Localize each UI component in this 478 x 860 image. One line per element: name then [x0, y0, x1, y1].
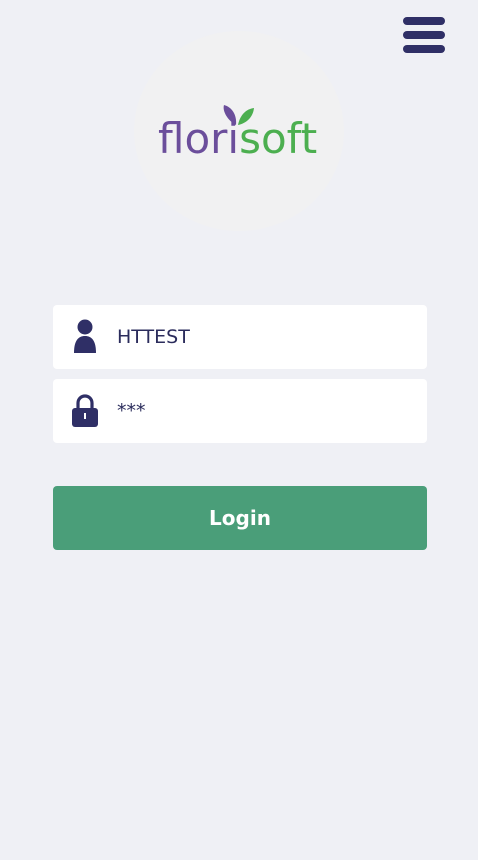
password-input[interactable]	[117, 379, 413, 443]
logo-text-right: soft	[239, 114, 317, 161]
florisoft-logo: florisoft	[158, 101, 324, 161]
user-icon	[71, 319, 99, 355]
logo-text-i: i	[227, 114, 239, 161]
logo-text: florisoft	[158, 114, 317, 161]
hamburger-menu-icon	[403, 17, 445, 53]
username-input[interactable]	[117, 305, 413, 369]
menu-button[interactable]	[401, 16, 447, 54]
login-button[interactable]: Login	[53, 486, 427, 550]
username-field[interactable]	[53, 305, 427, 369]
lock-icon	[71, 393, 99, 429]
password-field[interactable]	[53, 379, 427, 443]
logo-text-left: flor	[158, 114, 228, 161]
